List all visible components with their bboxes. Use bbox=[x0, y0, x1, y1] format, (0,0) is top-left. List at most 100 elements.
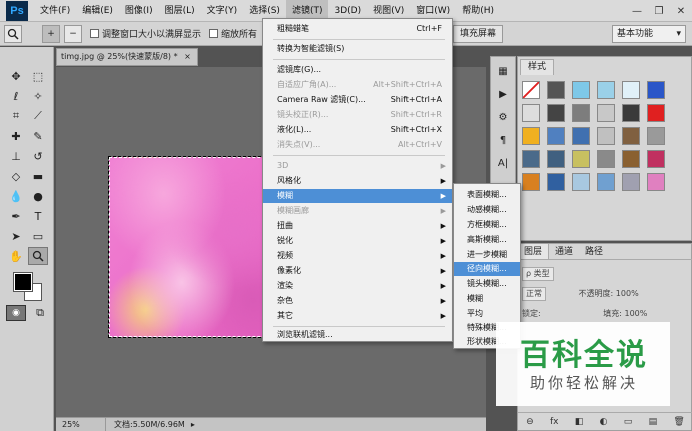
style-swatch[interactable] bbox=[572, 173, 590, 191]
zoom-tool-icon[interactable] bbox=[4, 24, 22, 43]
filter-camera-raw[interactable]: Camera Raw 滤镜(C)... Shift+Ctrl+A bbox=[263, 93, 452, 107]
filter-convert-smart[interactable]: 转换为智能滤镜(S) bbox=[263, 42, 452, 56]
blur-blur[interactable]: 模糊 bbox=[454, 292, 520, 306]
filter-adaptive-wide-angle[interactable]: 自适应广角(A)... Alt+Shift+Ctrl+A bbox=[263, 78, 452, 92]
filter-lens-correction[interactable]: 镜头校正(R)... Shift+Ctrl+R bbox=[263, 108, 452, 122]
healing-brush-tool-icon[interactable]: ✚ bbox=[6, 127, 26, 145]
close-button[interactable]: ✕ bbox=[670, 0, 692, 22]
style-swatch[interactable] bbox=[647, 150, 665, 168]
style-swatch[interactable] bbox=[622, 127, 640, 145]
blur-average[interactable]: 平均 bbox=[454, 307, 520, 321]
style-swatch[interactable] bbox=[522, 127, 540, 145]
move-tool-icon[interactable]: ✥ bbox=[6, 67, 26, 85]
adjustment-icon[interactable]: ◐ bbox=[600, 417, 608, 427]
blur-gaussian[interactable]: 高斯模糊... bbox=[454, 233, 520, 247]
style-swatch[interactable] bbox=[572, 81, 590, 99]
filter-pixelate[interactable]: 像素化 ▶ bbox=[263, 264, 452, 278]
quick-mask-icon[interactable]: ◉ bbox=[6, 305, 26, 321]
actions-panel-icon[interactable]: ▶ bbox=[493, 85, 513, 103]
style-swatch[interactable] bbox=[572, 104, 590, 122]
style-swatch[interactable] bbox=[622, 150, 640, 168]
marquee-tool-icon[interactable]: ⬚ bbox=[28, 67, 48, 85]
menu-file[interactable]: 文件(F) bbox=[34, 0, 76, 22]
style-swatch[interactable] bbox=[522, 150, 540, 168]
pen-tool-icon[interactable]: ✒ bbox=[6, 207, 26, 225]
filter-vanishing-point[interactable]: 消失点(V)... Alt+Ctrl+V bbox=[263, 138, 452, 152]
style-swatch[interactable] bbox=[547, 127, 565, 145]
style-swatch-none[interactable] bbox=[522, 81, 540, 99]
filter-other[interactable]: 其它 ▶ bbox=[263, 309, 452, 323]
style-swatch[interactable] bbox=[647, 127, 665, 145]
filter-3d[interactable]: 3D ▶ bbox=[263, 159, 452, 173]
filter-blur[interactable]: 模糊 ▶ bbox=[263, 189, 452, 203]
paragraph-panel-icon[interactable]: ¶ bbox=[493, 131, 513, 149]
foreground-color-swatch[interactable] bbox=[13, 272, 33, 292]
blur-box[interactable]: 方框模糊... bbox=[454, 218, 520, 232]
zoom-in-button[interactable]: + bbox=[42, 24, 60, 43]
filter-liquify[interactable]: 液化(L)... Shift+Ctrl+X bbox=[263, 123, 452, 137]
menu-type[interactable]: 文字(Y) bbox=[201, 0, 244, 22]
kind-filter-select[interactable]: ρ 类型 bbox=[522, 267, 554, 281]
filter-noise[interactable]: 杂色 ▶ bbox=[263, 294, 452, 308]
filter-browse-online[interactable]: 浏览联机滤镜... bbox=[263, 328, 452, 342]
link-layers-icon[interactable]: ⊖ bbox=[526, 417, 534, 427]
resize-windows-checkbox[interactable] bbox=[90, 29, 99, 38]
zoom-out-button[interactable]: − bbox=[64, 24, 82, 43]
blur-radial[interactable]: 径向模糊... bbox=[454, 262, 520, 276]
blur-surface[interactable]: 表面模糊... bbox=[454, 188, 520, 202]
style-swatch[interactable] bbox=[597, 127, 615, 145]
style-swatch[interactable] bbox=[547, 104, 565, 122]
clone-stamp-tool-icon[interactable]: ⊥ bbox=[6, 147, 26, 165]
filter-video[interactable]: 视频 ▶ bbox=[263, 249, 452, 263]
style-swatch[interactable] bbox=[622, 173, 640, 191]
filter-sharpen[interactable]: 锐化 ▶ bbox=[263, 234, 452, 248]
style-swatch[interactable] bbox=[647, 104, 665, 122]
crop-tool-icon[interactable]: ⌗ bbox=[6, 107, 26, 125]
style-swatch[interactable] bbox=[522, 173, 540, 191]
style-swatch[interactable] bbox=[547, 81, 565, 99]
style-swatch[interactable] bbox=[547, 150, 565, 168]
blur-tool-icon[interactable]: 💧 bbox=[6, 187, 26, 205]
trash-icon[interactable]: 🗑 bbox=[673, 417, 684, 427]
eraser-tool-icon[interactable]: ◇ bbox=[6, 167, 26, 185]
menu-image[interactable]: 图像(I) bbox=[119, 0, 159, 22]
style-swatch[interactable] bbox=[622, 81, 640, 99]
fill-screen-button[interactable]: 填充屏幕 bbox=[453, 25, 504, 43]
status-menu-arrow-icon[interactable]: ▸ bbox=[191, 418, 195, 431]
style-swatch[interactable] bbox=[597, 104, 615, 122]
zoom-tool-selected-icon[interactable] bbox=[28, 247, 48, 265]
menu-edit[interactable]: 编辑(E) bbox=[76, 0, 119, 22]
style-swatch[interactable] bbox=[647, 173, 665, 191]
minimize-button[interactable]: — bbox=[626, 0, 648, 22]
brush-tool-icon[interactable]: ✎ bbox=[28, 127, 48, 145]
history-brush-tool-icon[interactable]: ↺ bbox=[28, 147, 48, 165]
style-swatch[interactable] bbox=[572, 127, 590, 145]
group-icon[interactable]: ▭ bbox=[624, 417, 633, 427]
screen-mode-icon[interactable]: ⧉ bbox=[30, 304, 50, 322]
filter-distort[interactable]: 扭曲 ▶ bbox=[263, 219, 452, 233]
blend-mode-select[interactable]: 正常 bbox=[522, 287, 546, 301]
new-layer-icon[interactable]: ▤ bbox=[649, 417, 658, 427]
shape-tool-icon[interactable]: ▭ bbox=[28, 227, 48, 245]
style-swatch[interactable] bbox=[597, 173, 615, 191]
tab-paths[interactable]: 路径 bbox=[579, 244, 609, 259]
style-swatch[interactable] bbox=[597, 150, 615, 168]
blur-motion[interactable]: 动感模糊... bbox=[454, 203, 520, 217]
dodge-tool-icon[interactable]: ● bbox=[28, 187, 48, 205]
blur-lens[interactable]: 镜头模糊... bbox=[454, 277, 520, 291]
hand-tool-icon[interactable]: ✋ bbox=[6, 247, 26, 265]
history-panel-icon[interactable]: ▦ bbox=[493, 62, 513, 80]
magic-wand-tool-icon[interactable]: ✧ bbox=[28, 87, 48, 105]
menu-layer[interactable]: 图层(L) bbox=[159, 0, 201, 22]
style-swatch[interactable] bbox=[647, 81, 665, 99]
workspace-select[interactable]: 基本功能 ▾ bbox=[612, 25, 686, 43]
fx-icon[interactable]: fx bbox=[550, 417, 559, 427]
close-tab-icon[interactable]: × bbox=[184, 52, 191, 61]
properties-panel-icon[interactable]: ⚙ bbox=[493, 108, 513, 126]
character-panel-icon[interactable]: A| bbox=[493, 154, 513, 172]
style-swatch[interactable] bbox=[597, 81, 615, 99]
tab-styles[interactable]: 样式 bbox=[520, 59, 554, 75]
gradient-tool-icon[interactable]: ▬ bbox=[28, 167, 48, 185]
style-swatch[interactable] bbox=[572, 150, 590, 168]
type-tool-icon[interactable]: T bbox=[28, 207, 48, 225]
